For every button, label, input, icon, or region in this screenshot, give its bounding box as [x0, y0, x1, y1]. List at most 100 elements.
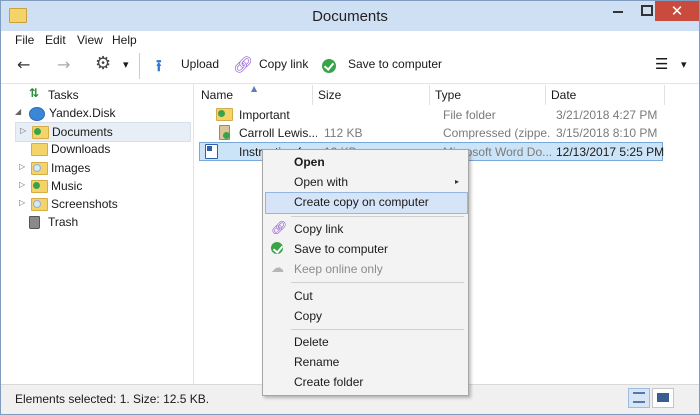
- view-dropdown-icon[interactable]: ▾: [681, 58, 687, 71]
- menu-item-save-to-computer[interactable]: Save to computer: [265, 239, 466, 259]
- file-size: 112 KB: [324, 126, 363, 140]
- collapsed-arrow-icon[interactable]: ▷: [19, 180, 25, 189]
- column-divider[interactable]: [664, 85, 665, 105]
- context-menu: Open Open with ▸ Create copy on computer…: [262, 149, 469, 396]
- column-divider[interactable]: [429, 85, 430, 105]
- menu-help[interactable]: Help: [112, 33, 137, 47]
- back-icon[interactable]: ←: [17, 55, 30, 74]
- file-name: Carroll Lewis...: [239, 126, 317, 140]
- doc-badge: [207, 146, 212, 151]
- sidebar-item-yandex-disk[interactable]: ◢ Yandex.Disk: [5, 104, 189, 122]
- forward-icon[interactable]: →: [57, 55, 70, 74]
- copy-link-button[interactable]: Copy link: [259, 57, 308, 71]
- menu-edit[interactable]: Edit: [45, 33, 66, 47]
- status-text: Elements selected: 1. Size: 12.5 KB.: [15, 392, 210, 406]
- column-header-type[interactable]: Type: [435, 88, 461, 102]
- upload-icon: ⭱: [156, 56, 162, 75]
- menu-item-copy[interactable]: Copy: [265, 306, 466, 326]
- explorer-window: Documents ✕ File Edit View Help ← → ⚙ ▾ …: [0, 0, 700, 415]
- expanded-arrow-icon[interactable]: ◢: [15, 107, 21, 116]
- collapsed-arrow-icon[interactable]: ▷: [20, 126, 26, 135]
- music-folder-icon: [31, 180, 48, 193]
- column-header-name[interactable]: Name: [201, 88, 233, 102]
- menu-item-open-with[interactable]: Open with ▸: [265, 172, 466, 192]
- toolbar-separator: [139, 53, 140, 79]
- menu-separator: [291, 216, 464, 217]
- menu-item-open[interactable]: Open: [265, 152, 466, 172]
- save-check-icon: [322, 59, 336, 73]
- zip-file-icon: [219, 125, 230, 140]
- synced-check-icon: [33, 182, 40, 189]
- close-icon: ✕: [670, 2, 684, 20]
- menu-separator: [291, 329, 464, 330]
- preview-view-button[interactable]: [652, 388, 674, 408]
- details-view-icon: [633, 392, 645, 403]
- submenu-arrow-icon: ▸: [455, 177, 460, 186]
- tasks-icon: ⇅: [29, 86, 40, 100]
- synced-check-icon: [223, 132, 230, 139]
- settings-dropdown-icon[interactable]: ▾: [123, 58, 129, 71]
- menu-item-cut[interactable]: Cut: [265, 286, 466, 306]
- file-name: Important: [239, 108, 290, 122]
- collapsed-arrow-icon[interactable]: ▷: [19, 198, 25, 207]
- downloads-folder-icon: [31, 143, 48, 156]
- menu-separator: [291, 282, 464, 283]
- column-divider[interactable]: [545, 85, 546, 105]
- sidebar-item-trash[interactable]: Trash: [19, 213, 189, 231]
- cloud-icon: ☁: [271, 261, 284, 276]
- synced-check-icon: [34, 128, 41, 135]
- copy-link-icon: 🔗︎: [271, 221, 288, 236]
- details-view-button[interactable]: [628, 388, 650, 408]
- cloud-icon: [33, 200, 41, 208]
- folder-icon: [216, 108, 233, 121]
- table-row[interactable]: Carroll Lewis... 112 KB Compressed (zipp…: [200, 124, 662, 141]
- sort-ascending-icon: ▲: [251, 84, 258, 93]
- sidebar-item-documents[interactable]: ▷ Documents: [15, 122, 191, 142]
- preview-view-icon: [657, 393, 669, 402]
- menu-file[interactable]: File: [15, 33, 34, 47]
- trash-icon: [29, 216, 40, 229]
- menu-view[interactable]: View: [77, 33, 103, 47]
- copy-link-icon: 🔗︎: [233, 55, 254, 74]
- sidebar-item-downloads[interactable]: Downloads: [15, 140, 189, 158]
- file-date: 3/15/2018 8:10 PM: [556, 126, 658, 140]
- file-type: Compressed (zippe...: [443, 126, 551, 140]
- sidebar-item-screenshots[interactable]: ▷ Screenshots: [15, 195, 189, 213]
- toolbar: ← → ⚙ ▾ ⭱ Upload 🔗︎ Copy link Save to co…: [1, 49, 699, 84]
- documents-folder-icon: [32, 126, 49, 139]
- menu-item-create-copy[interactable]: Create copy on computer: [265, 192, 468, 214]
- menu-item-create-folder[interactable]: Create folder: [265, 372, 466, 392]
- minimize-button[interactable]: [604, 1, 632, 21]
- settings-gear-icon[interactable]: ⚙: [95, 53, 111, 74]
- upload-button[interactable]: Upload: [181, 57, 219, 71]
- word-document-icon: [205, 144, 218, 159]
- save-check-icon: [271, 242, 283, 254]
- menu-item-copy-link[interactable]: 🔗︎ Copy link: [265, 219, 466, 239]
- save-to-computer-button[interactable]: Save to computer: [348, 57, 442, 71]
- sidebar-item-images[interactable]: ▷ Images: [15, 159, 189, 177]
- collapsed-arrow-icon[interactable]: ▷: [19, 162, 25, 171]
- menu-item-rename[interactable]: Rename: [265, 352, 466, 372]
- menu-item-delete[interactable]: Delete: [265, 332, 466, 352]
- cloud-icon: [33, 164, 41, 172]
- sidebar-item-music[interactable]: ▷ Music: [15, 177, 189, 195]
- column-divider[interactable]: [312, 85, 313, 105]
- minimize-icon: [613, 11, 623, 13]
- sidebar-item-tasks[interactable]: ⇅ Tasks: [19, 86, 189, 104]
- file-date: 12/13/2017 5:25 PM: [556, 145, 664, 159]
- screenshots-folder-icon: [31, 198, 48, 211]
- close-button[interactable]: ✕: [655, 1, 699, 21]
- maximize-icon: [641, 5, 653, 16]
- yandex-disk-icon: [29, 107, 45, 121]
- table-row[interactable]: Important File folder 3/21/2018 4:27 PM: [200, 106, 662, 123]
- menu-bar: File Edit View Help: [1, 31, 699, 49]
- column-header-size[interactable]: Size: [318, 88, 341, 102]
- window-title: Documents: [312, 8, 388, 25]
- menu-item-keep-online: ☁ Keep online only: [271, 261, 383, 276]
- file-type: File folder: [443, 108, 496, 122]
- images-folder-icon: [31, 162, 48, 175]
- sidebar-tree: ⇅ Tasks ◢ Yandex.Disk ▷ Documents Downlo…: [1, 84, 194, 384]
- list-view-icon[interactable]: ☰: [655, 55, 668, 73]
- column-header-date[interactable]: Date: [551, 88, 576, 102]
- file-date: 3/21/2018 4:27 PM: [556, 108, 658, 122]
